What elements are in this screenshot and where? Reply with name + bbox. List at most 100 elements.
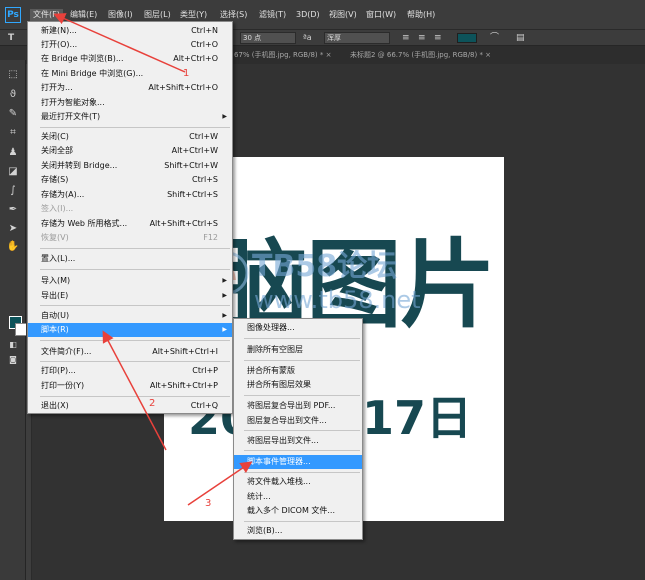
anti-alias-label: ªa <box>303 33 312 42</box>
menu-select[interactable]: 选择(S) <box>220 9 247 21</box>
menu-separator <box>40 361 230 362</box>
submenu-arrow-icon: ▶ <box>222 312 227 319</box>
align-left-icon[interactable]: ≡ <box>402 31 410 45</box>
hand-tool-icon[interactable]: ✋ <box>5 240 21 254</box>
annotation-label-2: 2 <box>149 398 156 409</box>
menu-separator <box>244 521 360 522</box>
menu-item-export[interactable]: 导出(E) ▶ <box>28 289 232 303</box>
menu-filter[interactable]: 滤镜(T) <box>259 9 286 21</box>
menu-item-scripts[interactable]: 脚本(R) ▶ <box>28 323 232 337</box>
menu-item-flatten-masks[interactable]: 拼合所有蒙版 <box>234 364 362 378</box>
eraser-tool-icon[interactable]: ◪ <box>5 165 21 179</box>
menu-item-revert: 恢复(V) F12 <box>41 233 218 242</box>
character-panel-icon[interactable]: ▤ <box>516 31 525 45</box>
menu-separator <box>244 338 360 339</box>
menu-item-delete-empty-layers[interactable]: 删除所有空图层 <box>234 343 362 357</box>
pen-tool-icon[interactable]: ✒ <box>5 203 21 217</box>
menu-help[interactable]: 帮助(H) <box>407 9 435 21</box>
menu-item-check-in: 签入(I)... <box>41 204 74 213</box>
menu-item-close-all[interactable]: 关闭全部 Alt+Ctrl+W <box>28 144 232 158</box>
menu-separator <box>40 248 230 249</box>
lasso-tool-icon[interactable]: ϑ <box>5 88 21 102</box>
menu-item-open-as[interactable]: 打开为... Alt+Shift+Ctrl+O <box>28 81 232 95</box>
menu-separator <box>244 395 360 396</box>
menu-item-save-as[interactable]: 存储为(A)... Shift+Ctrl+S <box>28 188 232 202</box>
menu-separator <box>244 360 360 361</box>
menu-item-print[interactable]: 打印(P)... Ctrl+P <box>28 364 232 378</box>
photoshop-logo: Ps <box>5 7 21 23</box>
brush-tool-icon[interactable]: ∫ <box>5 184 21 198</box>
watermark-url: www.tb58.net <box>254 286 421 314</box>
menu-item-load-dicom[interactable]: 载入多个 DICOM 文件... <box>234 504 362 518</box>
annotation-label-3: 3 <box>205 498 212 509</box>
marquee-tool-icon[interactable]: ⬚ <box>5 68 21 82</box>
menu-separator <box>244 450 360 451</box>
align-right-icon[interactable]: ≡ <box>434 31 442 45</box>
toolbox: ⬚ ϑ ✎ ⌗ ♟ ◪ ∫ ✒ ➤ ✋ ◧ ◙ <box>0 60 28 580</box>
menu-image[interactable]: 图像(I) <box>108 9 133 21</box>
menu-separator <box>40 127 230 128</box>
submenu-arrow-icon: ▶ <box>222 277 227 284</box>
type-tool-icon[interactable]: T <box>8 31 14 45</box>
menu-item-script-events-manager[interactable]: 脚本事件管理器... <box>234 455 362 469</box>
menu-item-file-info[interactable]: 文件简介(F)... Alt+Shift+Ctrl+I <box>28 345 232 359</box>
menu-item-layers-to-files[interactable]: 将图层导出到文件... <box>234 434 362 448</box>
text-color-swatch[interactable] <box>457 33 477 43</box>
quick-mask-icon[interactable]: ◙ <box>5 353 21 367</box>
annotation-label-1: 1 <box>183 68 190 79</box>
menu-item-statistics[interactable]: 统计... <box>234 490 362 504</box>
menu-item-browse-bridge[interactable]: 在 Bridge 中浏览(B)... Alt+Ctrl+O <box>28 52 232 66</box>
menu-separator <box>40 269 230 270</box>
menu-type[interactable]: 类型(Y) <box>180 9 207 21</box>
path-select-tool-icon[interactable]: ➤ <box>5 222 21 236</box>
submenu-arrow-icon: ▶ <box>222 113 227 120</box>
menu-item-print-one-copy[interactable]: 打印一份(Y) Alt+Shift+Ctrl+P <box>28 379 232 393</box>
menu-edit[interactable]: 编辑(E) <box>70 9 97 21</box>
menu-item-close[interactable]: 关闭(C) Ctrl+W <box>28 130 232 144</box>
menu-window[interactable]: 窗口(W) <box>366 9 396 21</box>
menu-separator <box>244 472 360 473</box>
menu-item-image-processor[interactable]: 图像处理器... <box>234 321 362 335</box>
menu-item-import[interactable]: 导入(M) ▶ <box>28 274 232 288</box>
warp-text-icon[interactable]: ⌒ <box>490 31 499 45</box>
menu-item-open-recent[interactable]: 最近打开文件(T) ▶ <box>28 110 232 124</box>
menu-item-load-files-into-stack[interactable]: 将文件载入堆栈... <box>234 475 362 489</box>
font-size-select[interactable]: 30 点 <box>240 32 296 44</box>
default-colors-icon[interactable]: ◧ <box>5 338 21 352</box>
menu-separator <box>40 396 230 397</box>
stamp-tool-icon[interactable]: ♟ <box>5 146 21 160</box>
submenu-arrow-icon: ▶ <box>222 326 227 333</box>
menu-item-open-as-smart-object[interactable]: 打开为智能对象... <box>28 96 232 110</box>
document-tab-1[interactable]: 67% (手机图.jpg, RGB/8) * × <box>234 49 331 61</box>
scripts-submenu: 图像处理器... 删除所有空图层 拼合所有蒙版 拼合所有图层效果 将图层复合导出… <box>233 318 363 540</box>
crop-tool-icon[interactable]: ⌗ <box>5 126 21 140</box>
menu-item-browse-mini-bridge[interactable]: 在 Mini Bridge 中浏览(G)... <box>28 67 232 81</box>
menu-item-place[interactable]: 置入(L)... <box>28 252 232 266</box>
menu-file[interactable]: 文件(F) <box>30 9 63 21</box>
menu-item-browse[interactable]: 浏览(B)... <box>234 524 362 538</box>
menu-item-save-for-web[interactable]: 存储为 Web 所用格式... Alt+Shift+Ctrl+S <box>28 217 232 231</box>
menu-layer[interactable]: 图层(L) <box>144 9 171 21</box>
watermark-name: TB58论坛 <box>252 249 398 284</box>
document-tab-bar: 67% (手机图.jpg, RGB/8) * × 未标题2 @ 66.7% (手… <box>232 46 645 64</box>
file-menu: 新建(N)... Ctrl+N 打开(O)... Ctrl+O 在 Bridge 中… <box>27 21 233 414</box>
menu-3d[interactable]: 3D(D) <box>296 9 320 21</box>
menu-item-automate[interactable]: 自动(U) ▶ <box>28 309 232 323</box>
menu-item-open[interactable]: 打开(O)... Ctrl+O <box>28 38 232 52</box>
menu-item-comps-to-pdf[interactable]: 将图层复合导出到 PDF... <box>234 399 362 413</box>
menu-separator <box>40 340 230 341</box>
submenu-arrow-icon: ▶ <box>222 292 227 299</box>
menu-separator <box>40 305 230 306</box>
menu-item-flatten-layer-effects[interactable]: 拼合所有图层效果 <box>234 378 362 392</box>
watermark: TB58论坛 www.tb58.net <box>204 250 444 320</box>
menu-view[interactable]: 视图(V) <box>329 9 357 21</box>
menu-item-new[interactable]: 新建(N)... Ctrl+N <box>28 24 232 38</box>
align-center-icon[interactable]: ≡ <box>418 31 426 45</box>
quick-select-tool-icon[interactable]: ✎ <box>5 107 21 121</box>
menu-item-save[interactable]: 存储(S) Ctrl+S <box>28 173 232 187</box>
document-tab-2[interactable]: 未标题2 @ 66.7% (手机图.jpg, RGB/8) * × <box>350 49 491 61</box>
menu-item-close-go-bridge[interactable]: 关闭并转到 Bridge... Shift+Ctrl+W <box>28 159 232 173</box>
anti-alias-select[interactable]: 浑厚 <box>324 32 390 44</box>
menu-item-comps-to-files[interactable]: 图层复合导出到文件... <box>234 414 362 428</box>
menu-item-exit[interactable]: 退出(X) Ctrl+Q <box>28 399 232 413</box>
